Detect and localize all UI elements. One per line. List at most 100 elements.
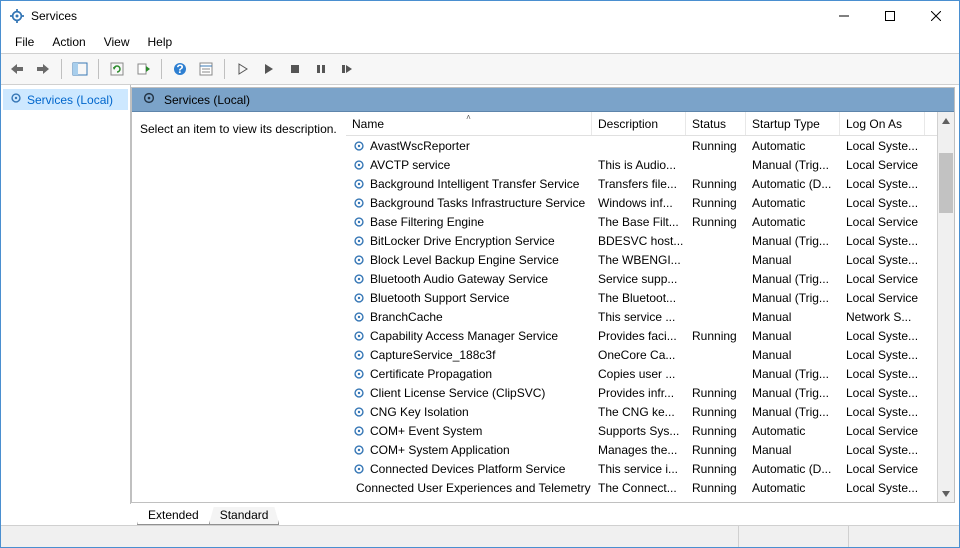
service-row[interactable]: Background Tasks Infrastructure ServiceW… — [346, 193, 937, 212]
svg-text:?: ? — [176, 62, 183, 76]
description-placeholder: Select an item to view its description. — [140, 122, 337, 136]
tree-item-services-local[interactable]: Services (Local) — [3, 89, 128, 110]
statusbar — [1, 525, 959, 547]
sort-asc-icon: ˄ — [466, 113, 471, 122]
service-row[interactable]: Connected User Experiences and Telemetry… — [346, 478, 937, 497]
cell-startup: Automatic — [746, 481, 840, 495]
cell-description: This service ... — [592, 310, 686, 324]
service-row[interactable]: AvastWscReporterRunningAutomaticLocal Sy… — [346, 136, 937, 155]
service-row[interactable]: Client License Service (ClipSVC)Provides… — [346, 383, 937, 402]
cell-description: The CNG ke... — [592, 405, 686, 419]
menu-file[interactable]: File — [7, 33, 42, 51]
cell-name: CaptureService_188c3f — [346, 348, 592, 362]
cell-logon: Local Syste... — [840, 367, 925, 381]
service-row[interactable]: Bluetooth Support ServiceThe Bluetoot...… — [346, 288, 937, 307]
service-icon — [352, 386, 366, 400]
service-row[interactable]: Capability Access Manager ServiceProvide… — [346, 326, 937, 345]
service-row[interactable]: BranchCacheThis service ...ManualNetwork… — [346, 307, 937, 326]
cell-startup: Automatic (D... — [746, 177, 840, 191]
service-row[interactable]: Background Intelligent Transfer ServiceT… — [346, 174, 937, 193]
menu-action[interactable]: Action — [44, 33, 93, 51]
column-header-name[interactable]: Name ˄ — [346, 112, 592, 135]
window-title: Services — [31, 9, 77, 23]
console-tree[interactable]: Services (Local) — [1, 85, 131, 504]
start-service-button[interactable] — [231, 57, 255, 81]
cell-startup: Manual (Trig... — [746, 405, 840, 419]
show-hide-tree-button[interactable] — [68, 57, 92, 81]
service-icon — [352, 158, 366, 172]
minimize-button[interactable] — [821, 1, 867, 31]
service-row[interactable]: COM+ Event SystemSupports Sys...RunningA… — [346, 421, 937, 440]
restart-service-button[interactable] — [335, 57, 359, 81]
cell-name: Certificate Propagation — [346, 367, 592, 381]
cell-logon: Local Syste... — [840, 405, 925, 419]
cell-status: Running — [686, 424, 746, 438]
column-header-logon[interactable]: Log On As — [840, 112, 925, 135]
service-icon — [352, 424, 366, 438]
cell-description: This is Audio... — [592, 158, 686, 172]
stop-service-button[interactable] — [283, 57, 307, 81]
cell-startup: Manual (Trig... — [746, 367, 840, 381]
service-row[interactable]: AVCTP serviceThis is Audio...Manual (Tri… — [346, 155, 937, 174]
scroll-down-icon[interactable] — [938, 485, 954, 502]
forward-button[interactable] — [31, 57, 55, 81]
service-row[interactable]: Bluetooth Audio Gateway ServiceService s… — [346, 269, 937, 288]
export-list-button[interactable] — [131, 57, 155, 81]
column-header-startup[interactable]: Startup Type — [746, 112, 840, 135]
cell-startup: Automatic — [746, 139, 840, 153]
menu-view[interactable]: View — [96, 33, 138, 51]
cell-logon: Local Service — [840, 272, 925, 286]
service-row[interactable]: Block Level Backup Engine ServiceThe WBE… — [346, 250, 937, 269]
cell-name: Background Tasks Infrastructure Service — [346, 196, 592, 210]
cell-description: Supports Sys... — [592, 424, 686, 438]
tab-standard[interactable]: Standard — [209, 507, 280, 525]
vertical-scrollbar[interactable] — [937, 112, 954, 502]
cell-status: Running — [686, 177, 746, 191]
service-row[interactable]: Certificate PropagationCopies user ...Ma… — [346, 364, 937, 383]
cell-startup: Manual (Trig... — [746, 158, 840, 172]
cell-description: This service i... — [592, 462, 686, 476]
properties-button[interactable] — [194, 57, 218, 81]
cell-logon: Local Syste... — [840, 348, 925, 362]
cell-startup: Automatic — [746, 215, 840, 229]
cell-status: Running — [686, 329, 746, 343]
cell-logon: Local Service — [840, 424, 925, 438]
cell-startup: Automatic — [746, 424, 840, 438]
cell-description: BDESVC host... — [592, 234, 686, 248]
cell-logon: Local Syste... — [840, 253, 925, 267]
service-row[interactable]: CNG Key IsolationThe CNG ke...RunningMan… — [346, 402, 937, 421]
service-row[interactable]: Base Filtering EngineThe Base Filt...Run… — [346, 212, 937, 231]
cell-name: BitLocker Drive Encryption Service — [346, 234, 592, 248]
refresh-button[interactable] — [105, 57, 129, 81]
menu-help[interactable]: Help — [140, 33, 181, 51]
services-icon — [9, 8, 25, 24]
scrollbar-track[interactable] — [938, 129, 954, 485]
service-icon — [352, 139, 366, 153]
services-icon — [142, 91, 156, 108]
cell-status: Running — [686, 196, 746, 210]
column-header-status[interactable]: Status — [686, 112, 746, 135]
close-button[interactable] — [913, 1, 959, 31]
pause-service-button[interactable] — [309, 57, 333, 81]
cell-description: The Connect... — [592, 481, 686, 495]
services-list[interactable]: Name ˄ Description Status Startup Type L… — [346, 112, 937, 502]
tab-extended[interactable]: Extended — [137, 507, 210, 525]
help-button[interactable]: ? — [168, 57, 192, 81]
view-tabs: Extended Standard — [131, 504, 959, 525]
back-button[interactable] — [5, 57, 29, 81]
service-row[interactable]: BitLocker Drive Encryption ServiceBDESVC… — [346, 231, 937, 250]
column-header-description[interactable]: Description — [592, 112, 686, 135]
service-row[interactable]: CaptureService_188c3fOneCore Ca...Manual… — [346, 345, 937, 364]
service-row[interactable]: Connected Devices Platform ServiceThis s… — [346, 459, 937, 478]
service-row[interactable]: COM+ System ApplicationManages the...Run… — [346, 440, 937, 459]
scrollbar-thumb[interactable] — [939, 153, 953, 213]
cell-startup: Manual — [746, 348, 840, 362]
service-icon — [352, 291, 366, 305]
toolbar-separator — [98, 59, 99, 79]
pane-title: Services (Local) — [164, 93, 250, 107]
cell-description: The WBENGI... — [592, 253, 686, 267]
toolbar-separator — [224, 59, 225, 79]
maximize-button[interactable] — [867, 1, 913, 31]
scroll-up-icon[interactable] — [938, 112, 954, 129]
start-service-button-alt[interactable] — [257, 57, 281, 81]
